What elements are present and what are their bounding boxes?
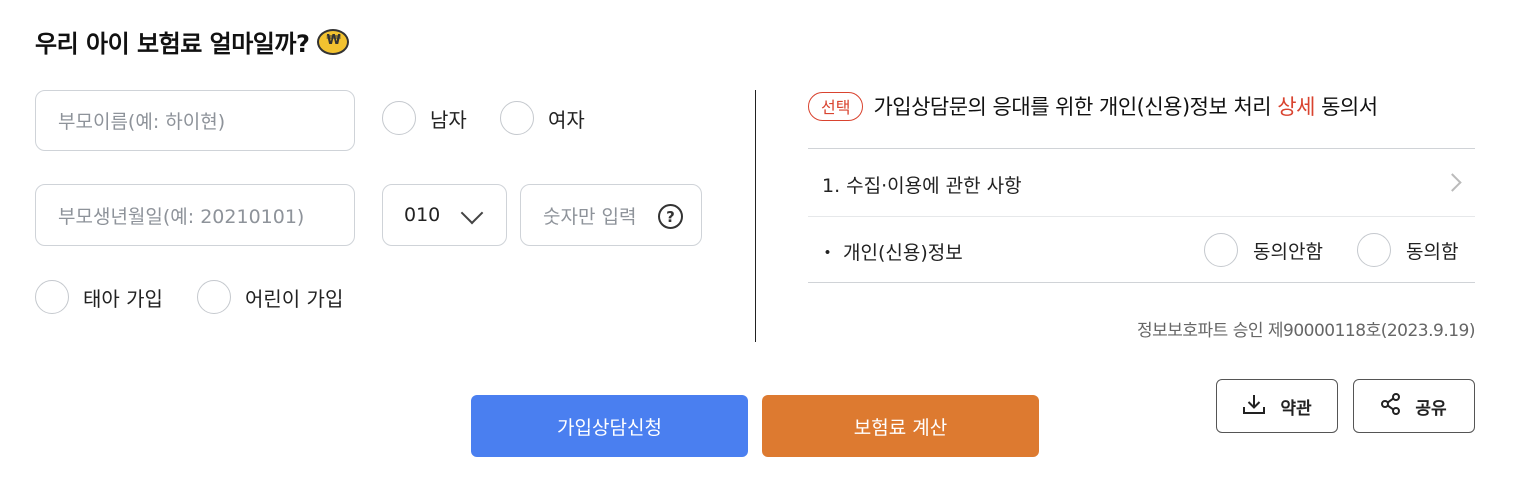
consent-item-collection[interactable]: 1. 수집·이용에 관한 사항 <box>822 171 1022 198</box>
join-fetus-option[interactable]: 태아 가입 <box>35 280 163 314</box>
calculate-premium-button[interactable]: 보험료 계산 <box>762 395 1039 457</box>
terms-label: 약관 <box>1280 398 1312 419</box>
chevron-right-icon[interactable] <box>1443 173 1462 192</box>
chevron-down-icon <box>460 201 484 225</box>
consent-disagree-radio[interactable] <box>1204 233 1238 267</box>
consent-agree-radio[interactable] <box>1357 233 1391 267</box>
parent-name-input[interactable]: 부모이름(예: 하이현) <box>35 90 355 151</box>
gender-male-radio[interactable] <box>382 101 416 135</box>
consent-disagree-option[interactable]: 동의안함 <box>1204 233 1323 267</box>
parent-birth-placeholder: 부모생년월일(예: 20210101) <box>58 205 305 228</box>
consent-row-divider <box>808 216 1475 217</box>
consent-bottom-border <box>808 282 1475 283</box>
phone-prefix-select[interactable]: 010 <box>382 184 507 246</box>
consent-heading-text: 가입상담문의 응대를 위한 개인(신용)정보 처리 상세 동의서 <box>873 91 1378 121</box>
join-child-option[interactable]: 어린이 가입 <box>197 280 343 314</box>
share-icon <box>1381 392 1401 420</box>
terms-download-button[interactable]: 약관 <box>1216 379 1338 433</box>
help-icon[interactable]: ? <box>658 204 683 229</box>
consent-top-border <box>808 148 1475 149</box>
consent-detail-link[interactable]: 상세 <box>1277 95 1315 119</box>
consent-agree-label: 동의함 <box>1406 240 1459 263</box>
page-title: 우리 아이 보험료 얼마일까? <box>35 24 350 59</box>
consent-item-personal-info: ・ 개인(신용)정보 <box>818 242 963 264</box>
gender-female-radio[interactable] <box>500 101 534 135</box>
phone-prefix-value: 010 <box>404 204 441 226</box>
gender-female-option[interactable]: 여자 <box>500 101 585 135</box>
approval-notice: 정보보호파트 승인 제90000118호(2023.9.19) <box>1136 321 1476 341</box>
parent-birth-input[interactable]: 부모생년월일(예: 20210101) <box>35 184 355 246</box>
apply-consultation-button[interactable]: 가입상담신청 <box>471 395 748 457</box>
apply-consultation-label: 가입상담신청 <box>557 416 662 439</box>
phone-number-placeholder: 숫자만 입력 <box>543 205 637 228</box>
consent-disagree-label: 동의안함 <box>1253 240 1323 263</box>
join-fetus-radio[interactable] <box>35 280 69 314</box>
consent-heading: 선택 가입상담문의 응대를 위한 개인(신용)정보 처리 상세 동의서 <box>808 91 1378 121</box>
join-child-radio[interactable] <box>197 280 231 314</box>
calculate-premium-label: 보험료 계산 <box>853 416 948 439</box>
won-coin-icon <box>317 28 350 55</box>
consent-heading-after: 동의서 <box>1314 95 1378 119</box>
parent-name-placeholder: 부모이름(예: 하이현) <box>58 111 226 133</box>
section-divider <box>755 90 756 342</box>
join-fetus-label: 태아 가입 <box>83 286 163 311</box>
page-title-text: 우리 아이 보험료 얼마일까? <box>35 30 310 58</box>
consent-heading-before: 가입상담문의 응대를 위한 개인(신용)정보 처리 <box>873 95 1278 119</box>
consent-agree-option[interactable]: 동의함 <box>1357 233 1458 267</box>
gender-female-label: 여자 <box>548 107 585 132</box>
gender-male-label: 남자 <box>430 107 467 132</box>
share-button[interactable]: 공유 <box>1353 379 1475 433</box>
optional-badge: 선택 <box>808 91 864 121</box>
download-icon <box>1242 393 1266 420</box>
gender-male-option[interactable]: 남자 <box>382 101 467 135</box>
join-child-label: 어린이 가입 <box>245 286 344 311</box>
share-label: 공유 <box>1415 398 1447 419</box>
phone-number-input[interactable]: 숫자만 입력 ? <box>520 184 702 246</box>
